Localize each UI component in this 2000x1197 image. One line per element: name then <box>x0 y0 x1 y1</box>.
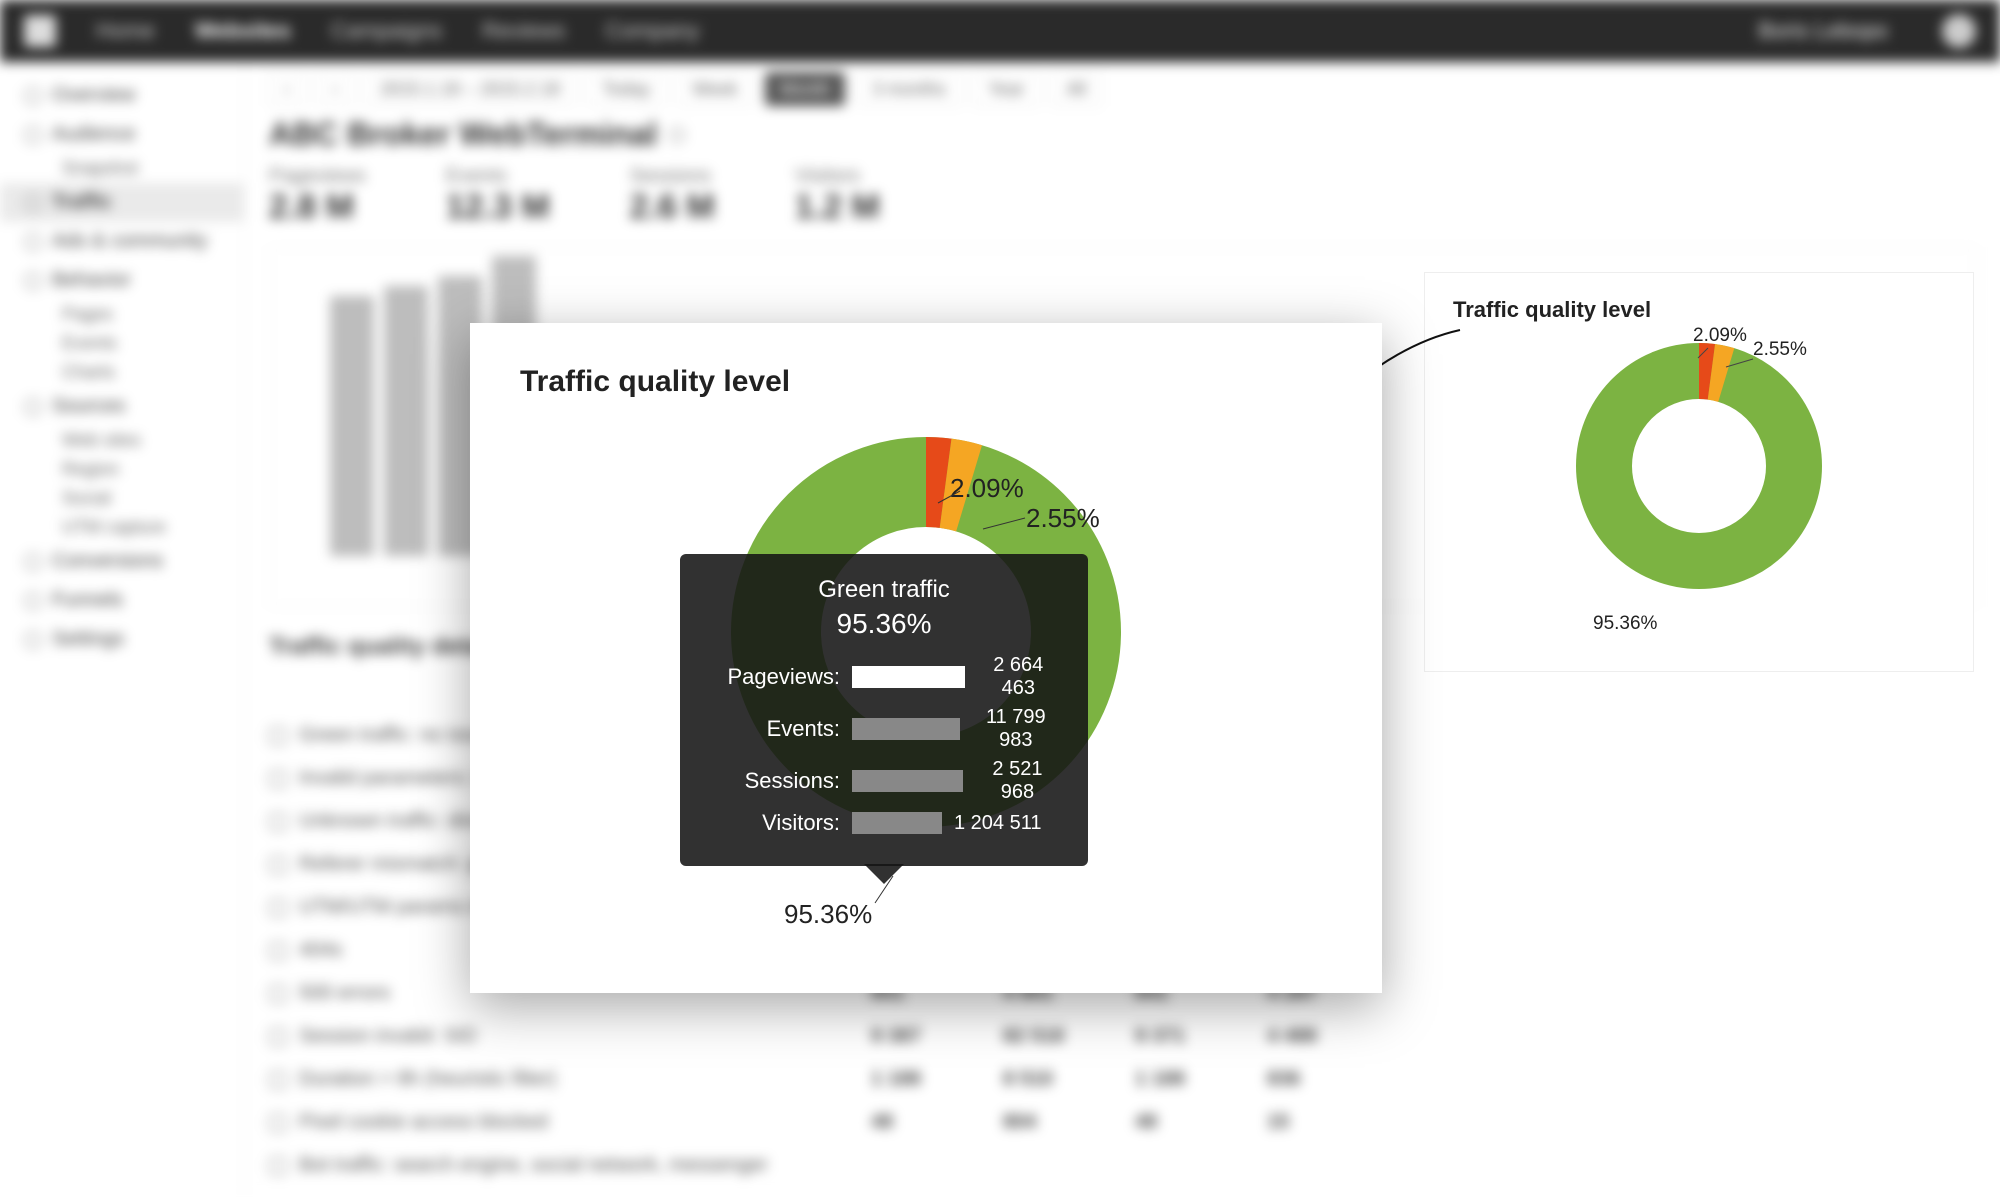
table-row[interactable]: Bot traffic: search engine, social netwo… <box>269 1144 1976 1187</box>
sidebar-item-behavior[interactable]: Behavior <box>0 261 244 300</box>
tooltip-title: Green traffic <box>680 576 1088 604</box>
sidebar-item-funnels[interactable]: Funnels <box>0 581 244 620</box>
chart-tooltip: Green traffic 95.36% Pageviews:2 664 463… <box>680 554 1088 866</box>
date-range[interactable]: 2015.1.18 – 2015.2.18 <box>365 72 575 106</box>
kpi-strip: Pageviews2.8 M Events12.3 M Sessions2.6 … <box>269 165 1976 227</box>
user-name[interactable]: Boris Lebopo <box>1758 18 1888 44</box>
range-year[interactable]: Year <box>973 72 1039 106</box>
table-row[interactable]: Pixel cookie access blocked488044815 <box>269 1101 1976 1144</box>
date-filter-bar: ‹ › 2015.1.18 – 2015.2.18 Today Week Mon… <box>269 72 1976 106</box>
next-range-button[interactable]: › <box>317 72 353 106</box>
topbar: Home Websites Campaigns Reviews Company … <box>0 0 2000 62</box>
tooltip-row-sessions: Sessions:2 521 968 <box>708 758 1060 804</box>
page-title: ABC Broker WebTerminal <box>269 116 657 153</box>
page-title-row: ABC Broker WebTerminal <box>269 116 1976 153</box>
range-today[interactable]: Today <box>587 72 665 106</box>
avatar[interactable] <box>1942 14 1976 48</box>
nav-tab-0[interactable]: Home <box>96 18 155 44</box>
nav-tab-4[interactable]: Company <box>605 18 699 44</box>
sidebar-item-ads[interactable]: Ads & community <box>0 222 244 261</box>
tooltip-row-visitors: Visitors:1 204 511 <box>708 810 1060 836</box>
tooltip-tail-icon <box>864 864 904 884</box>
sidebar-sub-snapshot[interactable]: Snapshot <box>0 154 244 183</box>
range-all[interactable]: All <box>1051 72 1101 106</box>
sidebar-item-conversions[interactable]: Conversions <box>0 542 244 581</box>
range-week[interactable]: Week <box>677 72 753 106</box>
tooltip-percent: 95.36% <box>680 608 1088 640</box>
nav-tab-3[interactable]: Reviews <box>482 18 565 44</box>
table-row[interactable]: Duration > 8h (heuristic filter)1 1888 5… <box>269 1058 1976 1101</box>
tooltip-row-events: Events:11 799 983 <box>708 706 1060 752</box>
nav-tab-1[interactable]: Websites <box>195 18 291 44</box>
nav-tab-2[interactable]: Campaigns <box>331 18 442 44</box>
sidebar-item-settings[interactable]: Settings <box>0 620 244 659</box>
sidebar: Overview Audience Snapshot Traffic Ads &… <box>0 62 245 1197</box>
tooltip-row-pageviews: Pageviews:2 664 463 <box>708 654 1060 700</box>
table-row[interactable]: Session invalid: SID9 38782 5189 3714 48… <box>269 1015 1976 1058</box>
range-3months[interactable]: 3 months <box>857 72 961 106</box>
prev-range-button[interactable]: ‹ <box>269 72 305 106</box>
range-month[interactable]: Month <box>765 72 845 106</box>
sidebar-item-overview[interactable]: Overview <box>0 76 244 115</box>
sidebar-item-traffic[interactable]: Traffic <box>0 183 244 222</box>
sidebar-item-audience[interactable]: Audience <box>0 115 244 154</box>
sidebar-item-sources[interactable]: Sources <box>0 387 244 426</box>
page-menu-icon[interactable] <box>669 127 685 143</box>
traffic-quality-small-card: Traffic quality level 2.09% 2.55% 95.36% <box>1424 272 1974 672</box>
app-logo <box>24 15 56 47</box>
